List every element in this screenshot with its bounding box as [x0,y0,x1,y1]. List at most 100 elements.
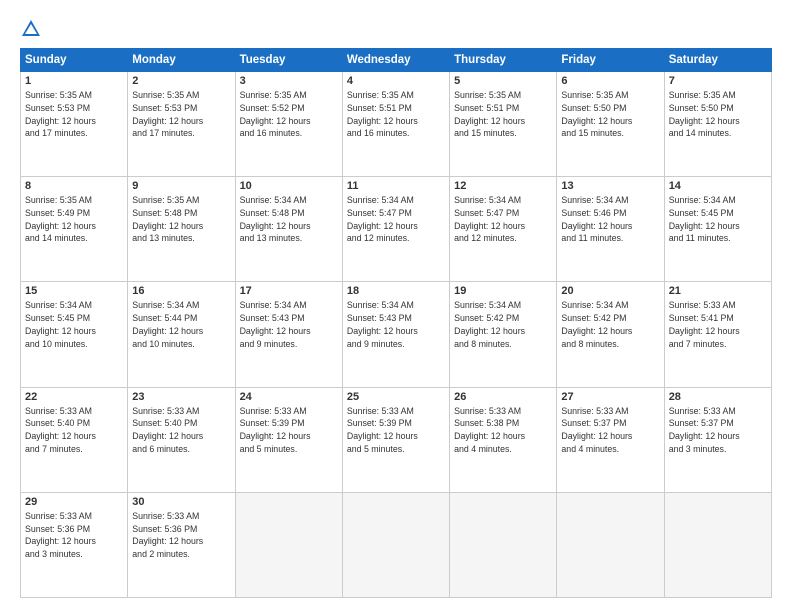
calendar-cell: 6 Sunrise: 5:35 AMSunset: 5:50 PMDaylight… [557,72,664,177]
day-info: Sunrise: 5:33 AMSunset: 5:38 PMDaylight:… [454,405,552,456]
day-number: 11 [347,180,445,192]
day-info: Sunrise: 5:35 AMSunset: 5:50 PMDaylight:… [669,89,767,140]
day-info: Sunrise: 5:33 AMSunset: 5:39 PMDaylight:… [240,405,338,456]
day-number: 24 [240,391,338,403]
day-number: 17 [240,285,338,297]
weekday-header-row: SundayMondayTuesdayWednesdayThursdayFrid… [21,49,772,72]
day-info: Sunrise: 5:34 AMSunset: 5:48 PMDaylight:… [240,194,338,245]
calendar-cell: 15 Sunrise: 5:34 AMSunset: 5:45 PMDayligh… [21,282,128,387]
calendar-cell: 12 Sunrise: 5:34 AMSunset: 5:47 PMDayligh… [450,177,557,282]
calendar-cell: 11 Sunrise: 5:34 AMSunset: 5:47 PMDayligh… [342,177,449,282]
day-number: 6 [561,75,659,87]
weekday-wednesday: Wednesday [342,49,449,72]
day-info: Sunrise: 5:35 AMSunset: 5:48 PMDaylight:… [132,194,230,245]
calendar-cell: 27Sunrise: 5:33 AMSunset: 5:37 PMDayligh… [557,387,664,492]
day-number: 21 [669,285,767,297]
day-info: Sunrise: 5:34 AMSunset: 5:44 PMDaylight:… [132,299,230,350]
day-info: Sunrise: 5:35 AMSunset: 5:53 PMDaylight:… [25,89,123,140]
calendar-week-4: 22Sunrise: 5:33 AMSunset: 5:40 PMDayligh… [21,387,772,492]
day-info: Sunrise: 5:35 AMSunset: 5:53 PMDaylight:… [132,89,230,140]
calendar-cell: 3 Sunrise: 5:35 AMSunset: 5:52 PMDaylight… [235,72,342,177]
weekday-friday: Friday [557,49,664,72]
day-number: 5 [454,75,552,87]
day-number: 1 [25,75,123,87]
weekday-saturday: Saturday [664,49,771,72]
day-number: 18 [347,285,445,297]
page-header [20,18,772,40]
day-info: Sunrise: 5:35 AMSunset: 5:50 PMDaylight:… [561,89,659,140]
calendar-cell: 29 Sunrise: 5:33 AMSunset: 5:36 PMDayligh… [21,492,128,597]
calendar-cell: 21 Sunrise: 5:33 AMSunset: 5:41 PMDayligh… [664,282,771,387]
day-number: 4 [347,75,445,87]
weekday-tuesday: Tuesday [235,49,342,72]
day-info: Sunrise: 5:34 AMSunset: 5:43 PMDaylight:… [240,299,338,350]
calendar-table: SundayMondayTuesdayWednesdayThursdayFrid… [20,48,772,598]
day-info: Sunrise: 5:34 AMSunset: 5:47 PMDaylight:… [454,194,552,245]
day-number: 25 [347,391,445,403]
day-number: 7 [669,75,767,87]
day-info: Sunrise: 5:33 AMSunset: 5:41 PMDaylight:… [669,299,767,350]
calendar-cell [557,492,664,597]
day-info: Sunrise: 5:33 AMSunset: 5:37 PMDaylight:… [669,405,767,456]
day-number: 10 [240,180,338,192]
calendar-week-5: 29 Sunrise: 5:33 AMSunset: 5:36 PMDayligh… [21,492,772,597]
calendar-cell: 13 Sunrise: 5:34 AMSunset: 5:46 PMDayligh… [557,177,664,282]
weekday-thursday: Thursday [450,49,557,72]
day-info: Sunrise: 5:35 AMSunset: 5:51 PMDaylight:… [454,89,552,140]
day-info: Sunrise: 5:34 AMSunset: 5:42 PMDaylight:… [561,299,659,350]
day-number: 2 [132,75,230,87]
day-number: 12 [454,180,552,192]
day-info: Sunrise: 5:34 AMSunset: 5:43 PMDaylight:… [347,299,445,350]
day-number: 3 [240,75,338,87]
day-info: Sunrise: 5:33 AMSunset: 5:36 PMDaylight:… [25,510,123,561]
day-number: 13 [561,180,659,192]
day-number: 28 [669,391,767,403]
day-info: Sunrise: 5:35 AMSunset: 5:51 PMDaylight:… [347,89,445,140]
calendar-cell: 16 Sunrise: 5:34 AMSunset: 5:44 PMDayligh… [128,282,235,387]
calendar-cell: 19 Sunrise: 5:34 AMSunset: 5:42 PMDayligh… [450,282,557,387]
day-info: Sunrise: 5:35 AMSunset: 5:52 PMDaylight:… [240,89,338,140]
day-number: 30 [132,496,230,508]
logo-icon [20,18,42,40]
day-number: 9 [132,180,230,192]
calendar-cell: 26Sunrise: 5:33 AMSunset: 5:38 PMDayligh… [450,387,557,492]
calendar-body: 1 Sunrise: 5:35 AMSunset: 5:53 PMDaylight… [21,72,772,598]
calendar-cell [450,492,557,597]
calendar-cell: 30 Sunrise: 5:33 AMSunset: 5:36 PMDayligh… [128,492,235,597]
calendar-cell [342,492,449,597]
calendar-cell [664,492,771,597]
calendar-cell: 25Sunrise: 5:33 AMSunset: 5:39 PMDayligh… [342,387,449,492]
calendar-cell: 4 Sunrise: 5:35 AMSunset: 5:51 PMDaylight… [342,72,449,177]
day-number: 16 [132,285,230,297]
calendar-week-1: 1 Sunrise: 5:35 AMSunset: 5:53 PMDaylight… [21,72,772,177]
calendar-week-2: 8Sunrise: 5:35 AMSunset: 5:49 PMDaylight… [21,177,772,282]
day-number: 15 [25,285,123,297]
calendar-cell: 5 Sunrise: 5:35 AMSunset: 5:51 PMDaylight… [450,72,557,177]
day-number: 14 [669,180,767,192]
calendar-cell: 28 Sunrise: 5:33 AMSunset: 5:37 PMDayligh… [664,387,771,492]
day-info: Sunrise: 5:35 AMSunset: 5:49 PMDaylight:… [25,194,123,245]
calendar-week-3: 15 Sunrise: 5:34 AMSunset: 5:45 PMDayligh… [21,282,772,387]
calendar-cell: 22Sunrise: 5:33 AMSunset: 5:40 PMDayligh… [21,387,128,492]
day-info: Sunrise: 5:34 AMSunset: 5:42 PMDaylight:… [454,299,552,350]
day-info: Sunrise: 5:33 AMSunset: 5:40 PMDaylight:… [25,405,123,456]
day-number: 19 [454,285,552,297]
day-info: Sunrise: 5:34 AMSunset: 5:47 PMDaylight:… [347,194,445,245]
day-info: Sunrise: 5:34 AMSunset: 5:46 PMDaylight:… [561,194,659,245]
calendar-cell: 14 Sunrise: 5:34 AMSunset: 5:45 PMDayligh… [664,177,771,282]
day-info: Sunrise: 5:34 AMSunset: 5:45 PMDaylight:… [25,299,123,350]
calendar-cell: 1 Sunrise: 5:35 AMSunset: 5:53 PMDaylight… [21,72,128,177]
day-info: Sunrise: 5:33 AMSunset: 5:36 PMDaylight:… [132,510,230,561]
weekday-monday: Monday [128,49,235,72]
calendar-cell: 24 Sunrise: 5:33 AMSunset: 5:39 PMDayligh… [235,387,342,492]
day-number: 27 [561,391,659,403]
day-info: Sunrise: 5:34 AMSunset: 5:45 PMDaylight:… [669,194,767,245]
calendar-cell [235,492,342,597]
day-info: Sunrise: 5:33 AMSunset: 5:40 PMDaylight:… [132,405,230,456]
calendar-cell: 10 Sunrise: 5:34 AMSunset: 5:48 PMDayligh… [235,177,342,282]
calendar-cell: 17 Sunrise: 5:34 AMSunset: 5:43 PMDayligh… [235,282,342,387]
day-number: 29 [25,496,123,508]
day-number: 23 [132,391,230,403]
calendar-cell: 23 Sunrise: 5:33 AMSunset: 5:40 PMDayligh… [128,387,235,492]
calendar-cell: 8Sunrise: 5:35 AMSunset: 5:49 PMDaylight… [21,177,128,282]
